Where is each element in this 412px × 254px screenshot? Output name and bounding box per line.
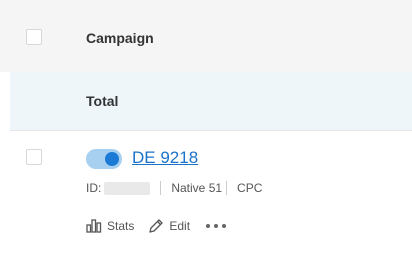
pricing-model: CPC [237, 181, 263, 195]
total-row [10, 72, 412, 130]
traffic-source: Native 51 [171, 181, 223, 195]
toggle-knob [105, 152, 119, 166]
campaign-column-header[interactable]: Campaign [86, 30, 154, 46]
campaign-table: Campaign Total DE 9218 ID: Native 51 CPC… [0, 0, 412, 254]
meta-separator [226, 181, 228, 195]
stats-label: Stats [107, 219, 135, 233]
row-select-checkbox[interactable] [26, 149, 42, 165]
ellipsis-icon [206, 224, 227, 228]
edit-button[interactable]: Edit [148, 218, 190, 234]
total-label: Total [86, 93, 119, 109]
stats-button[interactable]: Stats [86, 219, 134, 233]
row-actions: Stats Edit [86, 218, 227, 234]
campaign-name-link[interactable]: DE 9218 [132, 148, 198, 168]
row-divider [10, 130, 412, 131]
campaign-active-toggle[interactable] [86, 149, 122, 169]
id-value-redacted [104, 181, 151, 195]
bar-chart-icon [86, 219, 102, 233]
meta-separator [160, 181, 162, 195]
more-actions-button[interactable] [206, 224, 227, 228]
pencil-icon [149, 219, 164, 233]
id-label: ID: [86, 181, 102, 195]
campaign-meta: ID: Native 51 CPC [86, 181, 262, 195]
select-all-checkbox[interactable] [26, 29, 42, 45]
table-header-row [0, 0, 412, 72]
edit-label: Edit [169, 219, 191, 233]
